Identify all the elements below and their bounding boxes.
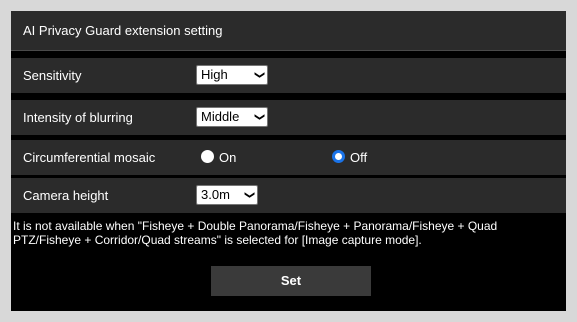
blurring-select[interactable]: Middle ❯ [196, 107, 268, 127]
panel-header: AI Privacy Guard extension setting [11, 11, 566, 51]
blurring-value-cell: Middle ❯ [184, 100, 566, 135]
sensitivity-label: Sensitivity [23, 68, 82, 83]
set-button[interactable]: Set [211, 266, 371, 296]
mosaic-row: Circumferential mosaic On Off [11, 140, 566, 175]
mosaic-off-radio[interactable] [332, 150, 345, 163]
chevron-down-icon: ❯ [253, 112, 265, 122]
mosaic-off-label[interactable]: Off [350, 149, 367, 166]
mosaic-value-cell: On Off [184, 140, 566, 175]
camera-height-row: Camera height 3.0m ❯ [11, 178, 566, 213]
camera-height-select[interactable]: 3.0m ❯ [196, 185, 258, 205]
mosaic-on-radio[interactable] [201, 150, 214, 163]
chevron-down-icon: ❯ [253, 70, 265, 80]
camera-height-select-value: 3.0m [201, 187, 230, 202]
blurring-select-value: Middle [201, 109, 240, 124]
blurring-label: Intensity of blurring [23, 110, 133, 125]
camera-height-value-cell: 3.0m ❯ [184, 178, 566, 213]
sensitivity-value-cell: High ❯ [184, 58, 566, 93]
blurring-label-cell: Intensity of blurring [11, 100, 183, 135]
mosaic-label-cell: Circumferential mosaic [11, 140, 183, 175]
sensitivity-select[interactable]: High ❯ [196, 65, 268, 85]
sensitivity-label-cell: Sensitivity [11, 58, 183, 93]
settings-panel: AI Privacy Guard extension setting Sensi… [11, 11, 566, 311]
sensitivity-select-value: High [201, 67, 228, 82]
camera-height-label: Camera height [23, 188, 109, 203]
panel-title: AI Privacy Guard extension setting [23, 23, 223, 38]
mosaic-on-label[interactable]: On [219, 149, 236, 166]
mosaic-label: Circumferential mosaic [23, 150, 156, 165]
sensitivity-row: Sensitivity High ❯ [11, 58, 566, 93]
availability-note: It is not available when "Fisheye + Doub… [13, 219, 498, 247]
chevron-down-icon: ❯ [243, 190, 255, 200]
blurring-row: Intensity of blurring Middle ❯ [11, 100, 566, 135]
camera-height-label-cell: Camera height [11, 178, 183, 213]
